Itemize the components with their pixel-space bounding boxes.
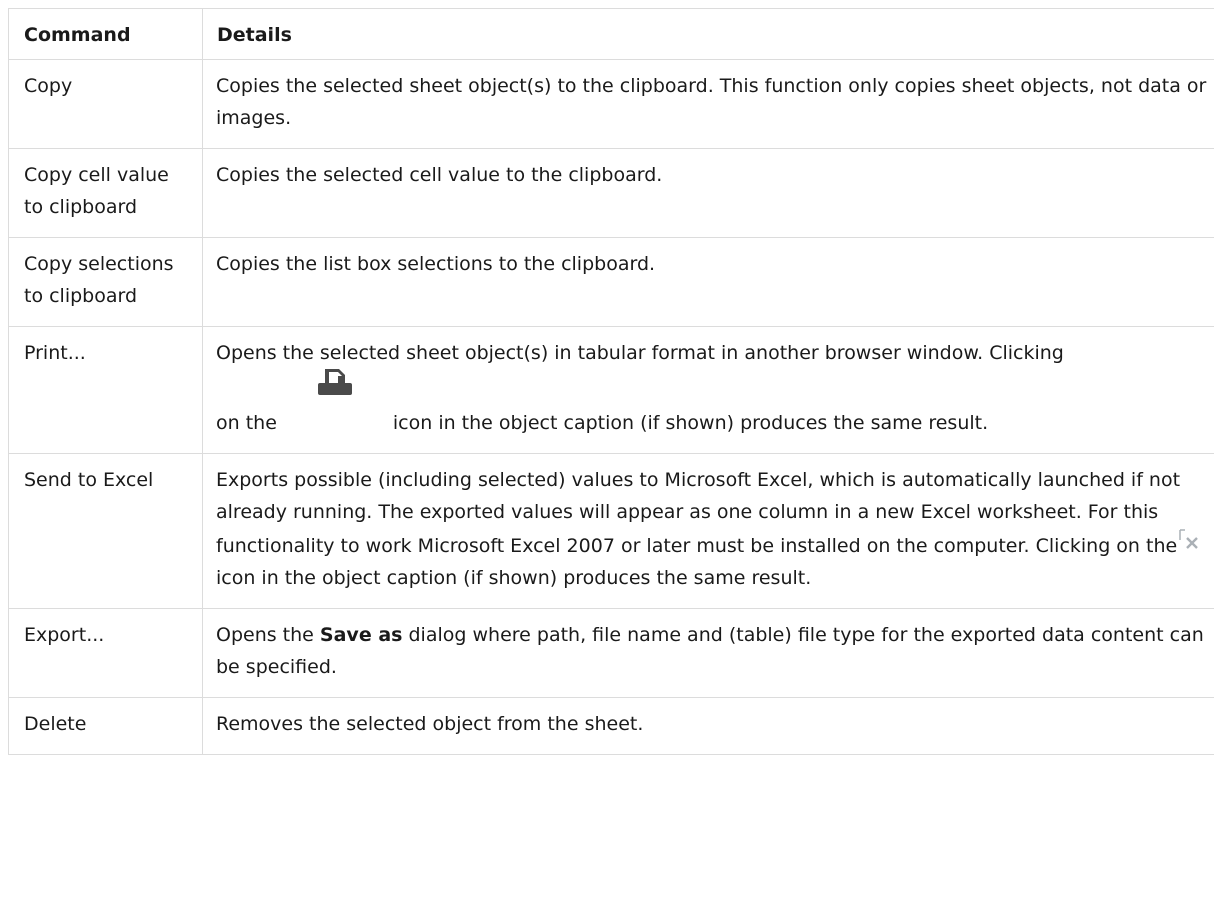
- table-row: Copy cell value to clipboard Copies the …: [8, 148, 1214, 238]
- commands-table: Command Details Copy Copies the selected…: [8, 8, 1214, 755]
- details-cell: Copies the selected cell value to the cl…: [202, 148, 1214, 238]
- command-cell: Print...: [8, 326, 203, 454]
- command-cell: Copy selections to clipboard: [8, 237, 203, 327]
- table-row: Export... Opens the Save as dialog where…: [8, 608, 1214, 698]
- details-text: Opens the selected sheet object(s) in ta…: [216, 342, 1064, 364]
- command-cell: Export...: [8, 608, 203, 698]
- command-cell: Send to Excel: [8, 453, 203, 609]
- command-cell: Copy cell value to clipboard: [8, 148, 203, 238]
- table-header-row: Command Details: [8, 8, 1214, 60]
- command-cell: Copy: [8, 59, 203, 149]
- printer-icon: [282, 369, 388, 429]
- column-header-details: Details: [202, 8, 1214, 60]
- dialog-name: Save as: [319, 624, 403, 646]
- command-cell: Delete: [8, 697, 203, 755]
- column-header-command: Command: [8, 8, 203, 60]
- table-row: Delete Removes the selected object from …: [8, 697, 1214, 755]
- details-cell: Opens the Save as dialog where path, fil…: [202, 608, 1214, 698]
- details-text: icon in the object caption (if shown) pr…: [216, 567, 812, 589]
- excel-export-icon: [1179, 529, 1199, 549]
- details-text: on the: [216, 412, 277, 434]
- table-row: Copy selections to clipboard Copies the …: [8, 237, 1214, 327]
- table-row: Print... Opens the selected sheet object…: [8, 326, 1214, 454]
- details-text: Exports possible (including selected) va…: [216, 469, 1181, 557]
- document-page: Command Details Copy Copies the selected…: [0, 0, 1214, 918]
- details-text: Opens the: [216, 624, 314, 646]
- table-row: Copy Copies the selected sheet object(s)…: [8, 59, 1214, 149]
- details-cell: Opens the selected sheet object(s) in ta…: [202, 326, 1214, 454]
- details-cell: Removes the selected object from the she…: [202, 697, 1214, 755]
- details-text: icon in the object caption (if shown) pr…: [392, 412, 989, 434]
- table-row: Send to Excel Exports possible (includin…: [8, 453, 1214, 609]
- details-cell: Exports possible (including selected) va…: [202, 453, 1214, 609]
- details-cell: Copies the list box selections to the cl…: [202, 237, 1214, 327]
- details-cell: Copies the selected sheet object(s) to t…: [202, 59, 1214, 149]
